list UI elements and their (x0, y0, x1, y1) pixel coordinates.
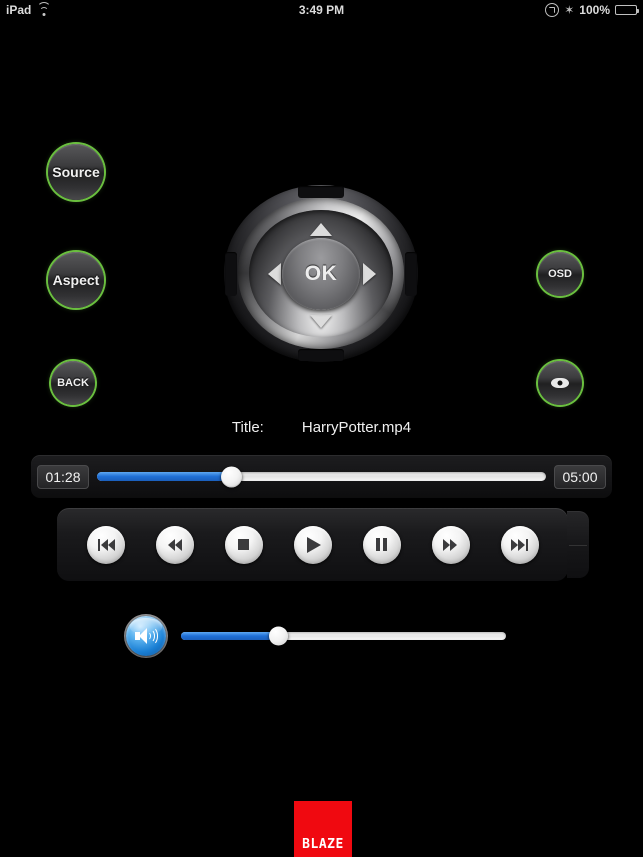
volume-slider-thumb[interactable] (269, 626, 288, 646)
stop-button[interactable] (224, 525, 263, 564)
seek-slider-thumb[interactable] (221, 466, 243, 487)
source-button[interactable]: Source (48, 144, 104, 200)
dpad-up-button[interactable] (310, 223, 332, 236)
pause-icon (375, 538, 388, 551)
back-button-label: BACK (57, 377, 89, 389)
status-bar-right: ✶ 100% (545, 0, 639, 20)
pause-button[interactable] (362, 525, 401, 564)
rotation-lock-icon (545, 3, 560, 17)
seek-slider[interactable] (97, 466, 546, 487)
media-title-row: Title: HarryPotter.mp4 (0, 419, 643, 436)
battery-icon (615, 5, 639, 15)
dpad-notch-top (298, 186, 344, 198)
eye-icon (551, 378, 569, 388)
media-title-value: HarryPotter.mp4 (301, 419, 412, 436)
elapsed-time: 01:28 (37, 464, 89, 489)
ok-button-label: OK (304, 261, 338, 285)
blaze-logo: BLAZE (294, 801, 352, 857)
source-button-label: Source (52, 164, 100, 180)
back-button[interactable]: BACK (51, 361, 95, 405)
volume-row (126, 612, 506, 660)
dpad-notch-right (405, 251, 417, 296)
skip-forward-icon (510, 538, 529, 552)
speaker-icon[interactable] (126, 616, 166, 656)
osd-button[interactable]: OSD (538, 252, 582, 296)
volume-slider[interactable] (181, 626, 506, 646)
battery-percent: 100% (579, 3, 610, 17)
media-title-label: Title: (231, 419, 264, 436)
aspect-button[interactable]: Aspect (48, 252, 104, 308)
previous-track-button[interactable] (86, 525, 125, 564)
dpad-right-button[interactable] (363, 262, 376, 285)
dpad-down-button[interactable] (310, 315, 332, 328)
dpad-notch-left (225, 251, 237, 296)
transport-panel-edge (567, 511, 589, 578)
aspect-button-label: Aspect (52, 272, 100, 288)
fast-forward-button[interactable] (431, 525, 470, 564)
rewind-button[interactable] (155, 525, 194, 564)
dpad-notch-bottom (298, 349, 344, 361)
blaze-logo-text: BLAZE (302, 837, 344, 852)
status-bar: iPad 3:49 PM ✶ 100% (0, 0, 643, 20)
osd-button-label: OSD (548, 268, 572, 280)
directional-pad[interactable]: OK (224, 185, 418, 362)
view-button[interactable] (538, 361, 582, 405)
volume-slider-fill (181, 632, 279, 640)
seek-slider-fill (97, 472, 232, 481)
fast-forward-icon (442, 538, 460, 552)
duration-time: 05:00 (554, 464, 606, 489)
rewind-icon (166, 538, 184, 552)
seek-panel: 01:28 05:00 (31, 455, 612, 498)
dpad-left-button[interactable] (268, 262, 281, 285)
next-track-button[interactable] (500, 525, 539, 564)
stop-icon (235, 538, 253, 552)
clock: 3:49 PM (298, 3, 345, 17)
ok-button[interactable]: OK (282, 237, 360, 310)
play-icon (307, 536, 321, 553)
transport-controls (57, 508, 568, 581)
play-button[interactable] (293, 525, 332, 564)
skip-back-icon (97, 538, 115, 552)
bluetooth-icon: ✶ (564, 3, 575, 17)
